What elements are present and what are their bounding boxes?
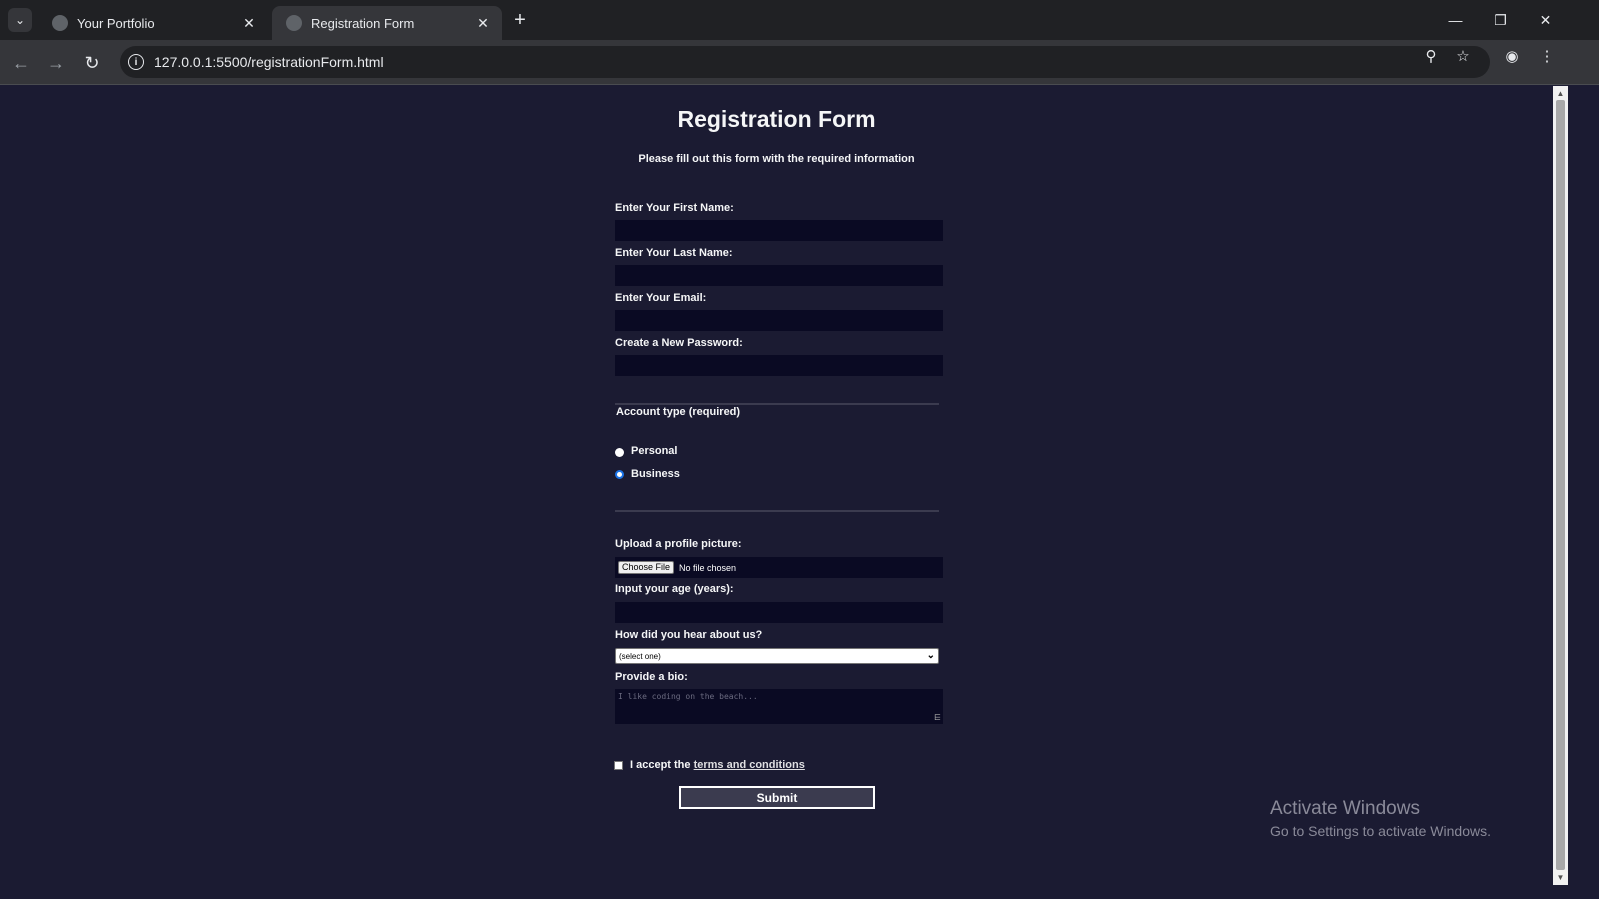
bio-placeholder: I like coding on the beach...	[618, 692, 758, 701]
vertical-scrollbar[interactable]: ▲ ▼	[1553, 86, 1568, 885]
minimize-icon[interactable]: —	[1433, 0, 1478, 40]
close-window-icon[interactable]: ✕	[1523, 0, 1568, 40]
upload-label: Upload a profile picture:	[615, 538, 742, 550]
zoom-magnifier-icon[interactable]: ⚲	[1422, 47, 1440, 65]
kebab-menu-icon[interactable]: ⋮	[1538, 47, 1556, 65]
tab-title: Registration Form	[311, 15, 415, 31]
close-tab-icon[interactable]: ✕	[240, 14, 258, 32]
scroll-up-arrow-icon[interactable]: ▲	[1556, 88, 1565, 98]
business-radio-label[interactable]: Business	[631, 468, 680, 480]
terms-checkbox[interactable]	[614, 761, 623, 770]
fieldset-divider	[615, 510, 939, 512]
first-name-input[interactable]	[615, 220, 943, 241]
tab-title: Your Portfolio	[77, 15, 155, 31]
email-label: Enter Your Email:	[615, 292, 707, 304]
tab-registration-form[interactable]: Registration Form ✕	[272, 6, 502, 40]
chevron-down-icon: ⌄	[926, 650, 935, 661]
bio-textarea[interactable]: I like coding on the beach... ⋿	[615, 689, 943, 724]
personal-radio-label[interactable]: Personal	[631, 445, 677, 457]
url-text: 127.0.0.1:5500/registrationForm.html	[154, 54, 384, 70]
address-bar[interactable]: i 127.0.0.1:5500/registrationForm.html	[120, 46, 1490, 78]
tab-strip: ⌄ Your Portfolio ✕ Registration Form ✕ +…	[0, 0, 1599, 40]
forward-arrow-icon[interactable]: →	[43, 50, 69, 76]
scrollbar-thumb[interactable]	[1556, 100, 1565, 870]
page-title: Registration Form	[677, 106, 876, 132]
choose-file-button[interactable]: Choose File	[618, 561, 675, 574]
business-radio[interactable]	[615, 470, 624, 479]
tab-your-portfolio[interactable]: Your Portfolio ✕	[38, 6, 268, 40]
referrer-selected-value: (select one)	[619, 651, 661, 661]
terms-link[interactable]: terms and conditions	[694, 759, 805, 771]
terms-prefix: I accept the	[630, 759, 691, 771]
globe-icon	[52, 15, 68, 31]
close-tab-icon[interactable]: ✕	[474, 14, 492, 32]
profile-picture-file-input: Choose File No file chosen	[615, 557, 943, 578]
tab-search-chevron-icon[interactable]: ⌄	[8, 8, 32, 32]
referrer-select[interactable]: (select one) ⌄	[615, 648, 939, 664]
page-subtitle: Please fill out this form with the requi…	[638, 153, 915, 165]
last-name-label: Enter Your Last Name:	[615, 247, 733, 259]
profile-icon[interactable]: ◉	[1503, 47, 1521, 65]
password-label: Create a New Password:	[615, 337, 743, 349]
password-input[interactable]	[615, 355, 943, 376]
bookmark-star-icon[interactable]: ☆	[1454, 47, 1472, 65]
age-input[interactable]	[615, 602, 943, 623]
last-name-input[interactable]	[615, 265, 943, 286]
bio-label: Provide a bio:	[615, 671, 688, 683]
submit-button[interactable]: Submit	[679, 786, 875, 809]
terms-label: I accept the terms and conditions	[630, 759, 805, 771]
restore-icon[interactable]: ❐	[1478, 0, 1523, 40]
reload-icon[interactable]: ↻	[79, 50, 105, 76]
watermark-title: Activate Windows	[1270, 798, 1420, 819]
first-name-label: Enter Your First Name:	[615, 202, 734, 214]
account-type-legend: Account type (required)	[616, 406, 741, 418]
globe-icon	[286, 15, 302, 31]
age-label: Input your age (years):	[615, 583, 734, 595]
personal-radio[interactable]	[615, 448, 624, 457]
page-content: Registration Form Please fill out this f…	[0, 86, 1553, 899]
resize-grip-icon[interactable]: ⋿	[934, 713, 941, 722]
fieldset-divider	[615, 403, 939, 405]
back-arrow-icon[interactable]: ←	[8, 50, 34, 76]
watermark-subtitle: Go to Settings to activate Windows.	[1270, 823, 1491, 839]
file-status-text: No file chosen	[679, 562, 737, 573]
new-tab-plus-icon[interactable]: +	[508, 8, 532, 32]
activate-windows-watermark: Activate Windows Go to Settings to activ…	[1270, 798, 1491, 839]
email-input[interactable]	[615, 310, 943, 331]
window-edge	[1568, 86, 1599, 899]
scroll-down-arrow-icon[interactable]: ▼	[1556, 872, 1565, 882]
site-info-icon[interactable]: i	[128, 54, 144, 70]
referrer-label: How did you hear about us?	[615, 629, 763, 641]
browser-toolbar: ← → ↻ i 127.0.0.1:5500/registrationForm.…	[0, 40, 1599, 85]
